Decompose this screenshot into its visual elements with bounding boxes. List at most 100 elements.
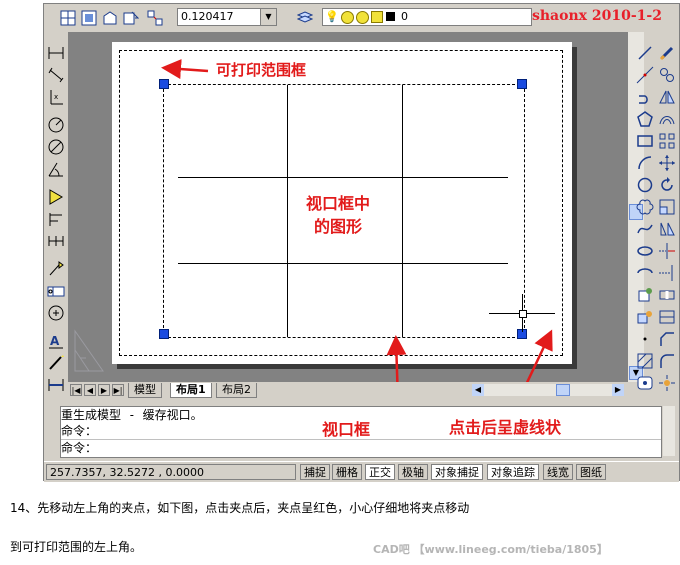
center-mark-icon[interactable] <box>47 304 65 322</box>
author-watermark: shaonx 2010-1-2 <box>532 8 662 24</box>
circle-icon[interactable] <box>636 176 654 194</box>
explode-icon[interactable] <box>658 374 676 392</box>
viewport-scale-select[interactable]: 0.120417 ▼ <box>177 8 277 26</box>
copy-icon[interactable] <box>658 66 676 84</box>
dashed-after-click-label: 点击后呈虚线状 <box>449 418 562 437</box>
source-watermark: CAD吧 【www.lineeg.com/tieba/1805】 <box>373 543 608 556</box>
polyline-icon[interactable] <box>636 88 654 106</box>
construction-line-icon[interactable] <box>636 66 654 84</box>
svg-text:x: x <box>54 93 58 101</box>
polygon-icon[interactable] <box>636 110 654 128</box>
diameter-dim-icon[interactable] <box>47 138 65 156</box>
continue-dim-icon[interactable] <box>47 232 65 250</box>
hscroll-thumb[interactable] <box>556 384 570 396</box>
horizontal-scrollbar[interactable]: ◀ ▶ <box>472 384 624 396</box>
layers-icon[interactable] <box>296 9 314 27</box>
status-bar: 257.7357, 32.5272 , 0.0000 捕捉 栅格 正交 极轴 对… <box>44 461 679 482</box>
quick-dim-icon[interactable] <box>47 188 65 206</box>
ordinate-dim-icon[interactable]: x <box>47 88 65 106</box>
trim-icon[interactable] <box>658 242 676 260</box>
join-icon[interactable] <box>658 308 676 326</box>
erase-icon[interactable] <box>658 44 676 62</box>
osnap-button[interactable]: 对象捕捉 <box>431 464 483 480</box>
tab-model[interactable]: 模型 <box>128 383 162 398</box>
prev-tab-icon[interactable]: ◀ <box>84 384 96 396</box>
single-viewport-icon[interactable] <box>80 9 98 27</box>
extend-icon[interactable] <box>658 264 676 282</box>
arc-icon[interactable] <box>636 154 654 172</box>
arrow-dashed-state <box>525 329 553 382</box>
rectangle-icon[interactable] <box>636 132 654 150</box>
break-icon[interactable] <box>658 286 676 304</box>
command-scrollbar[interactable] <box>663 406 675 456</box>
line-icon[interactable] <box>636 44 654 62</box>
annotation-arrows <box>161 59 553 382</box>
dim-edit-icon[interactable]: A <box>47 332 65 350</box>
rotate-icon[interactable] <box>658 176 676 194</box>
layout-drawing-area[interactable]: 视口框中 的图形 可打印范围框 <box>68 32 628 382</box>
lineweight-button[interactable]: 线宽 <box>543 464 573 480</box>
move-icon[interactable] <box>658 154 676 172</box>
viewport-freeze-icon[interactable] <box>356 11 369 24</box>
ortho-button[interactable]: 正交 <box>365 464 395 480</box>
layer-select[interactable]: 💡 0 <box>322 8 532 26</box>
lightbulb-icon[interactable]: 💡 <box>325 10 339 23</box>
angular-dim-icon[interactable] <box>47 160 65 178</box>
fillet-icon[interactable] <box>658 352 676 370</box>
lock-icon[interactable] <box>371 11 383 23</box>
draw-modify-toolbars <box>633 34 679 398</box>
clip-viewport-icon[interactable] <box>122 9 140 27</box>
point-icon[interactable] <box>636 330 654 348</box>
aligned-dim-icon[interactable] <box>47 66 65 84</box>
svg-text:A: A <box>50 334 60 348</box>
scroll-left-icon[interactable]: ◀ <box>472 384 484 396</box>
array-icon[interactable] <box>658 132 676 150</box>
toolbar: 0.120417 ▼ 💡 0 shaonx 2010-1-2 <box>44 4 679 30</box>
chevron-down-icon[interactable]: ▼ <box>260 9 276 25</box>
offset-icon[interactable] <box>658 110 676 128</box>
command-prompt[interactable]: 命令： <box>61 439 661 456</box>
baseline-dim-icon[interactable] <box>47 210 65 228</box>
mirror-icon[interactable] <box>658 88 676 106</box>
coordinates-display: 257.7357, 32.5272 , 0.0000 <box>46 464 296 480</box>
ellipse-icon[interactable] <box>636 242 654 260</box>
dim-update-icon[interactable] <box>47 376 65 394</box>
polar-button[interactable]: 极轴 <box>398 464 428 480</box>
stretch-icon[interactable] <box>658 220 676 238</box>
tab-layout2[interactable]: 布局2 <box>216 383 257 398</box>
revision-cloud-icon[interactable] <box>636 198 654 216</box>
scale-icon[interactable] <box>658 198 676 216</box>
scroll-right-icon[interactable]: ▶ <box>612 384 624 396</box>
chamfer-icon[interactable] <box>658 330 676 348</box>
hatch-icon[interactable] <box>636 352 654 370</box>
ellipse-arc-icon[interactable] <box>636 264 654 282</box>
radius-dim-icon[interactable] <box>47 116 65 134</box>
make-block-icon[interactable] <box>636 308 654 326</box>
arrow-printable-range <box>161 59 209 80</box>
next-tab-icon[interactable]: ▶ <box>98 384 110 396</box>
region-icon[interactable] <box>636 374 654 392</box>
grid-button[interactable]: 栅格 <box>332 464 362 480</box>
snap-button[interactable]: 捕捉 <box>300 464 330 480</box>
viewport-frame-label: 视口框 <box>322 420 371 439</box>
autocad-window: 0.120417 ▼ 💡 0 shaonx 2010-1-2 x A 视口框中 … <box>43 3 680 482</box>
viewports-icon[interactable] <box>59 9 77 27</box>
paper-button[interactable]: 图纸 <box>576 464 606 480</box>
viewport-scale-value: 0.120417 <box>181 10 234 23</box>
spline-icon[interactable] <box>636 220 654 238</box>
dim-text-edit-icon[interactable] <box>47 354 65 372</box>
polygonal-viewport-icon[interactable] <box>101 9 119 27</box>
viewport-scale-icon[interactable] <box>146 9 164 27</box>
tab-layout1[interactable]: 布局1 <box>170 383 212 398</box>
tolerance-icon[interactable] <box>47 282 65 300</box>
otrack-button[interactable]: 对象追踪 <box>487 464 539 480</box>
freeze-sun-icon[interactable] <box>341 11 354 24</box>
insert-block-icon[interactable] <box>636 286 654 304</box>
tutorial-step-text-cont: 到可打印范围的左上角。 <box>10 540 143 554</box>
leader-icon[interactable] <box>47 260 65 278</box>
dimension-toolbar: x A <box>44 34 68 398</box>
last-tab-icon[interactable]: ▶| <box>112 384 124 396</box>
linear-dim-icon[interactable] <box>47 44 65 62</box>
arrow-viewport-frame <box>386 335 407 382</box>
first-tab-icon[interactable]: |◀ <box>70 384 82 396</box>
